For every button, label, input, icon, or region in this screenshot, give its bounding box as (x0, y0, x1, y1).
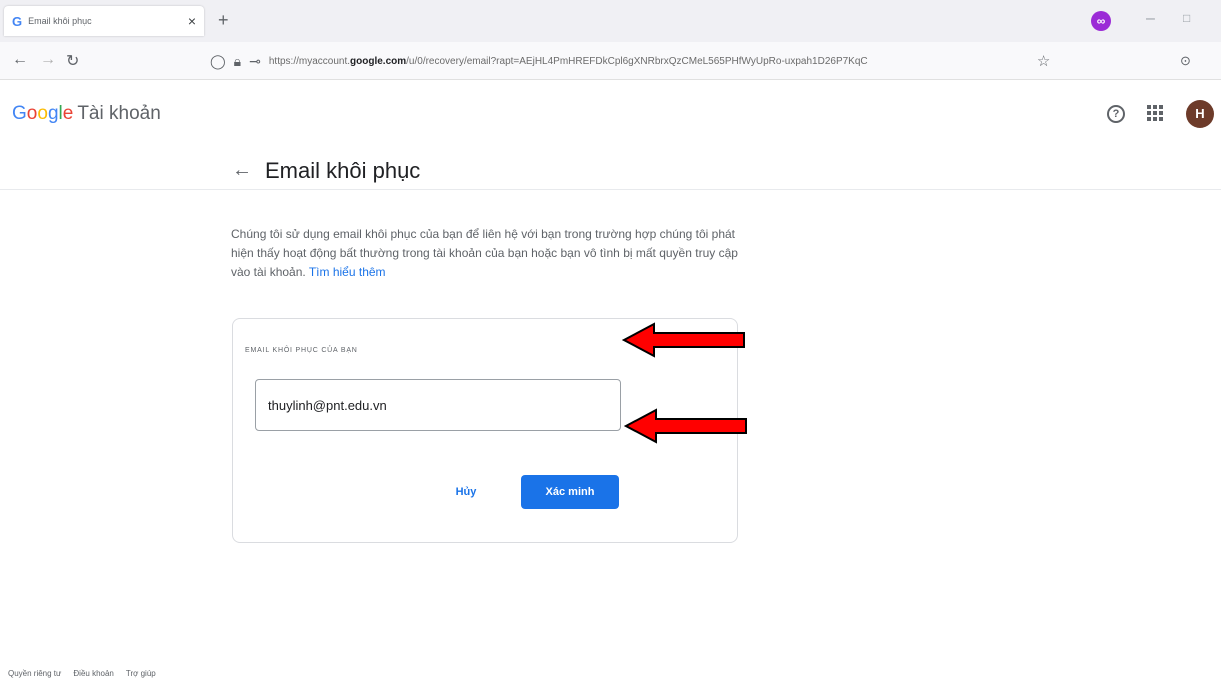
tab-title: Email khôi phục (28, 16, 92, 26)
recovery-email-label: EMAIL KHÔI PHỤC CỦA BẠN (245, 347, 358, 354)
permissions-key-icon[interactable]: ⊸ (249, 53, 261, 70)
learn-more-link[interactable]: Tìm hiểu thêm (309, 265, 386, 279)
new-tab-button[interactable]: + (218, 10, 229, 31)
terms-link[interactable]: Điều khoản (73, 669, 113, 678)
private-mask-icon[interactable]: ∞ (1091, 11, 1111, 31)
reload-icon[interactable]: ↻ (66, 51, 79, 71)
browser-toolbar: ← → ↻ ◯ 🔒︎ ⊸ https://myaccount.google.co… (0, 42, 1221, 80)
pocket-icon[interactable]: ⊙ (1180, 53, 1191, 69)
page-title: Email khôi phục (265, 158, 421, 183)
url-text[interactable]: https://myaccount.google.com/u/0/recover… (269, 56, 1029, 67)
verify-button[interactable]: Xác minh (521, 475, 619, 509)
tab-close-icon[interactable]: × (188, 13, 196, 29)
help-link[interactable]: Trợ giúp (126, 669, 156, 678)
apps-grid-icon[interactable] (1147, 105, 1163, 121)
annotation-arrow-icon (624, 408, 747, 444)
minimize-icon[interactable]: – (1146, 10, 1155, 28)
account-header: Google Tài khoản ? H ← Email khôi phục (0, 80, 1221, 190)
browser-tab[interactable]: G Email khôi phục × (4, 6, 204, 36)
back-arrow-icon[interactable]: ← (232, 159, 252, 182)
cancel-button[interactable]: Hủy (443, 475, 489, 509)
maximize-icon[interactable]: □ (1183, 11, 1190, 25)
avatar[interactable]: H (1186, 100, 1214, 128)
browser-tab-bar: G Email khôi phục × + ∞ – □ (0, 0, 1221, 42)
recovery-email-description: Chúng tôi sử dụng email khôi phục của bạ… (231, 227, 738, 279)
annotation-arrow-icon (622, 322, 745, 358)
lock-icon[interactable]: 🔒︎ (234, 53, 241, 70)
privacy-link[interactable]: Quyền riêng tư (8, 669, 61, 678)
google-account-logo[interactable]: Google Tài khoản (12, 103, 161, 125)
recovery-email-input[interactable] (255, 379, 621, 431)
footer-links: Quyền riêng tư Điều khoản Trợ giúp (8, 669, 156, 678)
address-bar[interactable]: ◯ 🔒︎ ⊸ https://myaccount.google.com/u/0/… (210, 47, 1080, 75)
tracking-shield-icon[interactable]: ◯ (210, 53, 226, 70)
bookmark-star-icon[interactable]: ☆ (1037, 52, 1050, 70)
forward-nav-icon[interactable]: → (40, 51, 56, 69)
back-nav-icon[interactable]: ← (12, 51, 28, 69)
product-name: Tài khoản (77, 103, 161, 124)
google-favicon-icon: G (12, 13, 23, 29)
help-icon[interactable]: ? (1107, 105, 1125, 123)
